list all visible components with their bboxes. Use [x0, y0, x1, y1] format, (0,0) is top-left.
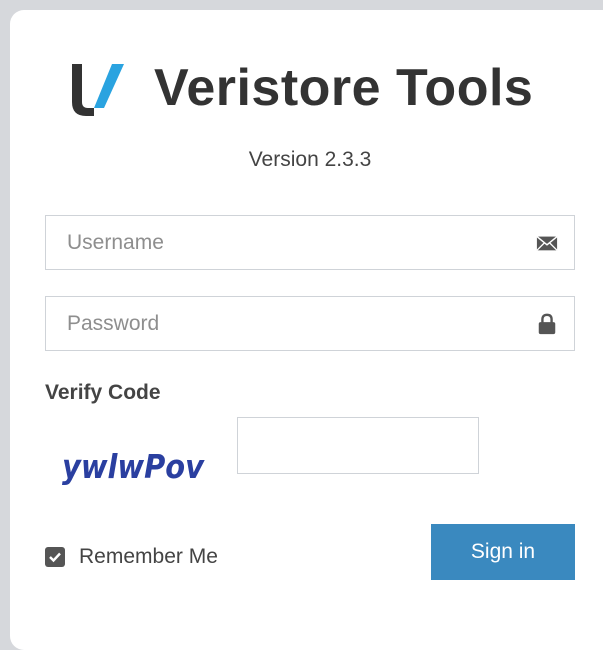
checkmark-icon — [49, 552, 61, 563]
remember-checkbox[interactable] — [45, 547, 65, 567]
captcha-text: ywlwPov — [62, 447, 205, 486]
remember-me-label: Remember Me — [79, 545, 218, 568]
sign-in-button[interactable]: Sign in — [431, 524, 575, 580]
veristore-logo-icon — [72, 64, 124, 116]
app-title: Veristore Tools — [154, 59, 534, 117]
envelope-icon — [536, 236, 558, 251]
captcha-image: ywlwPov — [62, 447, 205, 486]
brand-header: Veristore Tools — [68, 56, 533, 120]
verify-code-input[interactable] — [237, 417, 479, 474]
password-field[interactable] — [45, 296, 575, 351]
lock-icon — [538, 313, 556, 335]
version-text: Version 2.3.3 — [248, 148, 372, 171]
username-input[interactable] — [46, 216, 574, 269]
username-field[interactable] — [45, 215, 575, 270]
verify-code-label: Verify Code — [45, 381, 161, 404]
password-input[interactable] — [46, 297, 574, 350]
login-card: Veristore Tools Version 2.3.3 Verify Cod… — [10, 10, 603, 650]
remember-me[interactable]: Remember Me — [45, 545, 218, 569]
